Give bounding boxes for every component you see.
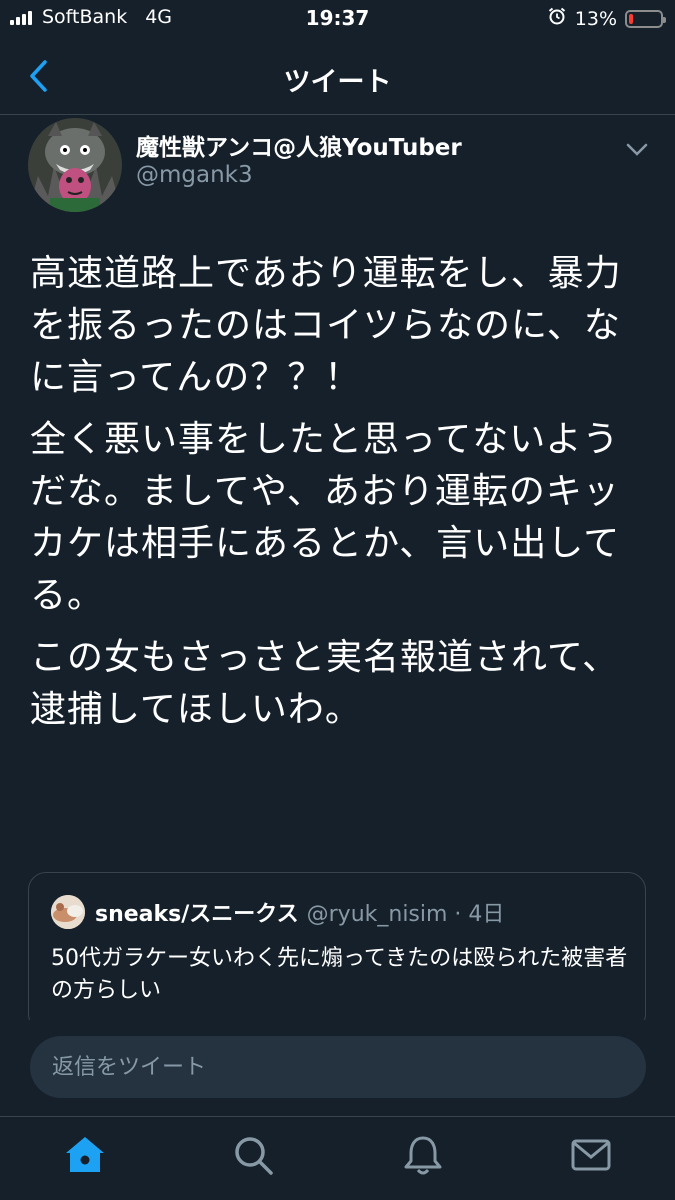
- alarm-icon: [547, 6, 567, 31]
- tweet-text: 高速道路上であおり運転をし、暴力を振るったのはコイツらなのに、なに言ってんの？？…: [30, 248, 650, 746]
- quoted-tweet[interactable]: sneaks/スニークス @ryuk_nisim · 4日 50代ガラケー女いわ…: [28, 872, 646, 1032]
- tweet-paragraph: 全く悪い事をしたと思ってないようだな。ましてや、あおり運転のキッカケは相手にある…: [30, 419, 621, 616]
- quoted-author-avatar: [51, 895, 85, 929]
- battery-percent: 13%: [574, 7, 617, 30]
- quoted-tweet-text: 50代ガラケー女いわく先に煽ってきたのは殴られた被害者の方らしい: [51, 946, 628, 1003]
- bell-icon: [404, 1136, 442, 1175]
- chevron-down-icon[interactable]: [624, 136, 650, 162]
- author-handle[interactable]: @mgank3: [136, 162, 253, 188]
- quoted-tweet-header: sneaks/スニークス @ryuk_nisim · 4日: [51, 895, 504, 929]
- tab-search[interactable]: [231, 1133, 275, 1177]
- tweet-paragraph: 高速道路上であおり運転をし、暴力を振るったのはコイツらなのに、なに言ってんの？？…: [30, 253, 622, 398]
- tab-bar: [0, 1116, 675, 1200]
- quoted-author-handle-time: @ryuk_nisim · 4日: [306, 902, 505, 927]
- status-right: 13%: [547, 6, 666, 31]
- battery-icon: [625, 9, 666, 28]
- tab-notifications[interactable]: [401, 1133, 445, 1177]
- tab-home[interactable]: [63, 1133, 107, 1177]
- tab-messages[interactable]: [569, 1133, 613, 1177]
- reply-bar: [0, 1020, 675, 1116]
- home-icon: [66, 1137, 104, 1172]
- reply-input[interactable]: [30, 1036, 646, 1098]
- author-display-name[interactable]: 魔性獣アンコ@人狼YouTuber: [136, 128, 462, 162]
- search-icon: [235, 1137, 273, 1175]
- tweet-header: 魔性獣アンコ@人狼YouTuber @mgank3: [28, 118, 658, 218]
- page-title: ツイート: [283, 67, 392, 98]
- author-avatar[interactable]: [28, 118, 122, 212]
- tweet-paragraph: この女もさっさと実名報道されて、 逮捕してほしいわ。: [30, 637, 620, 730]
- navigation-bar: ツイート: [0, 42, 675, 115]
- status-bar: SoftBank 4G 19:37 13%: [0, 0, 675, 38]
- quoted-author-name: sneaks/スニークス: [95, 902, 299, 927]
- mail-icon: [571, 1139, 611, 1171]
- battery-level-fill: [629, 13, 633, 24]
